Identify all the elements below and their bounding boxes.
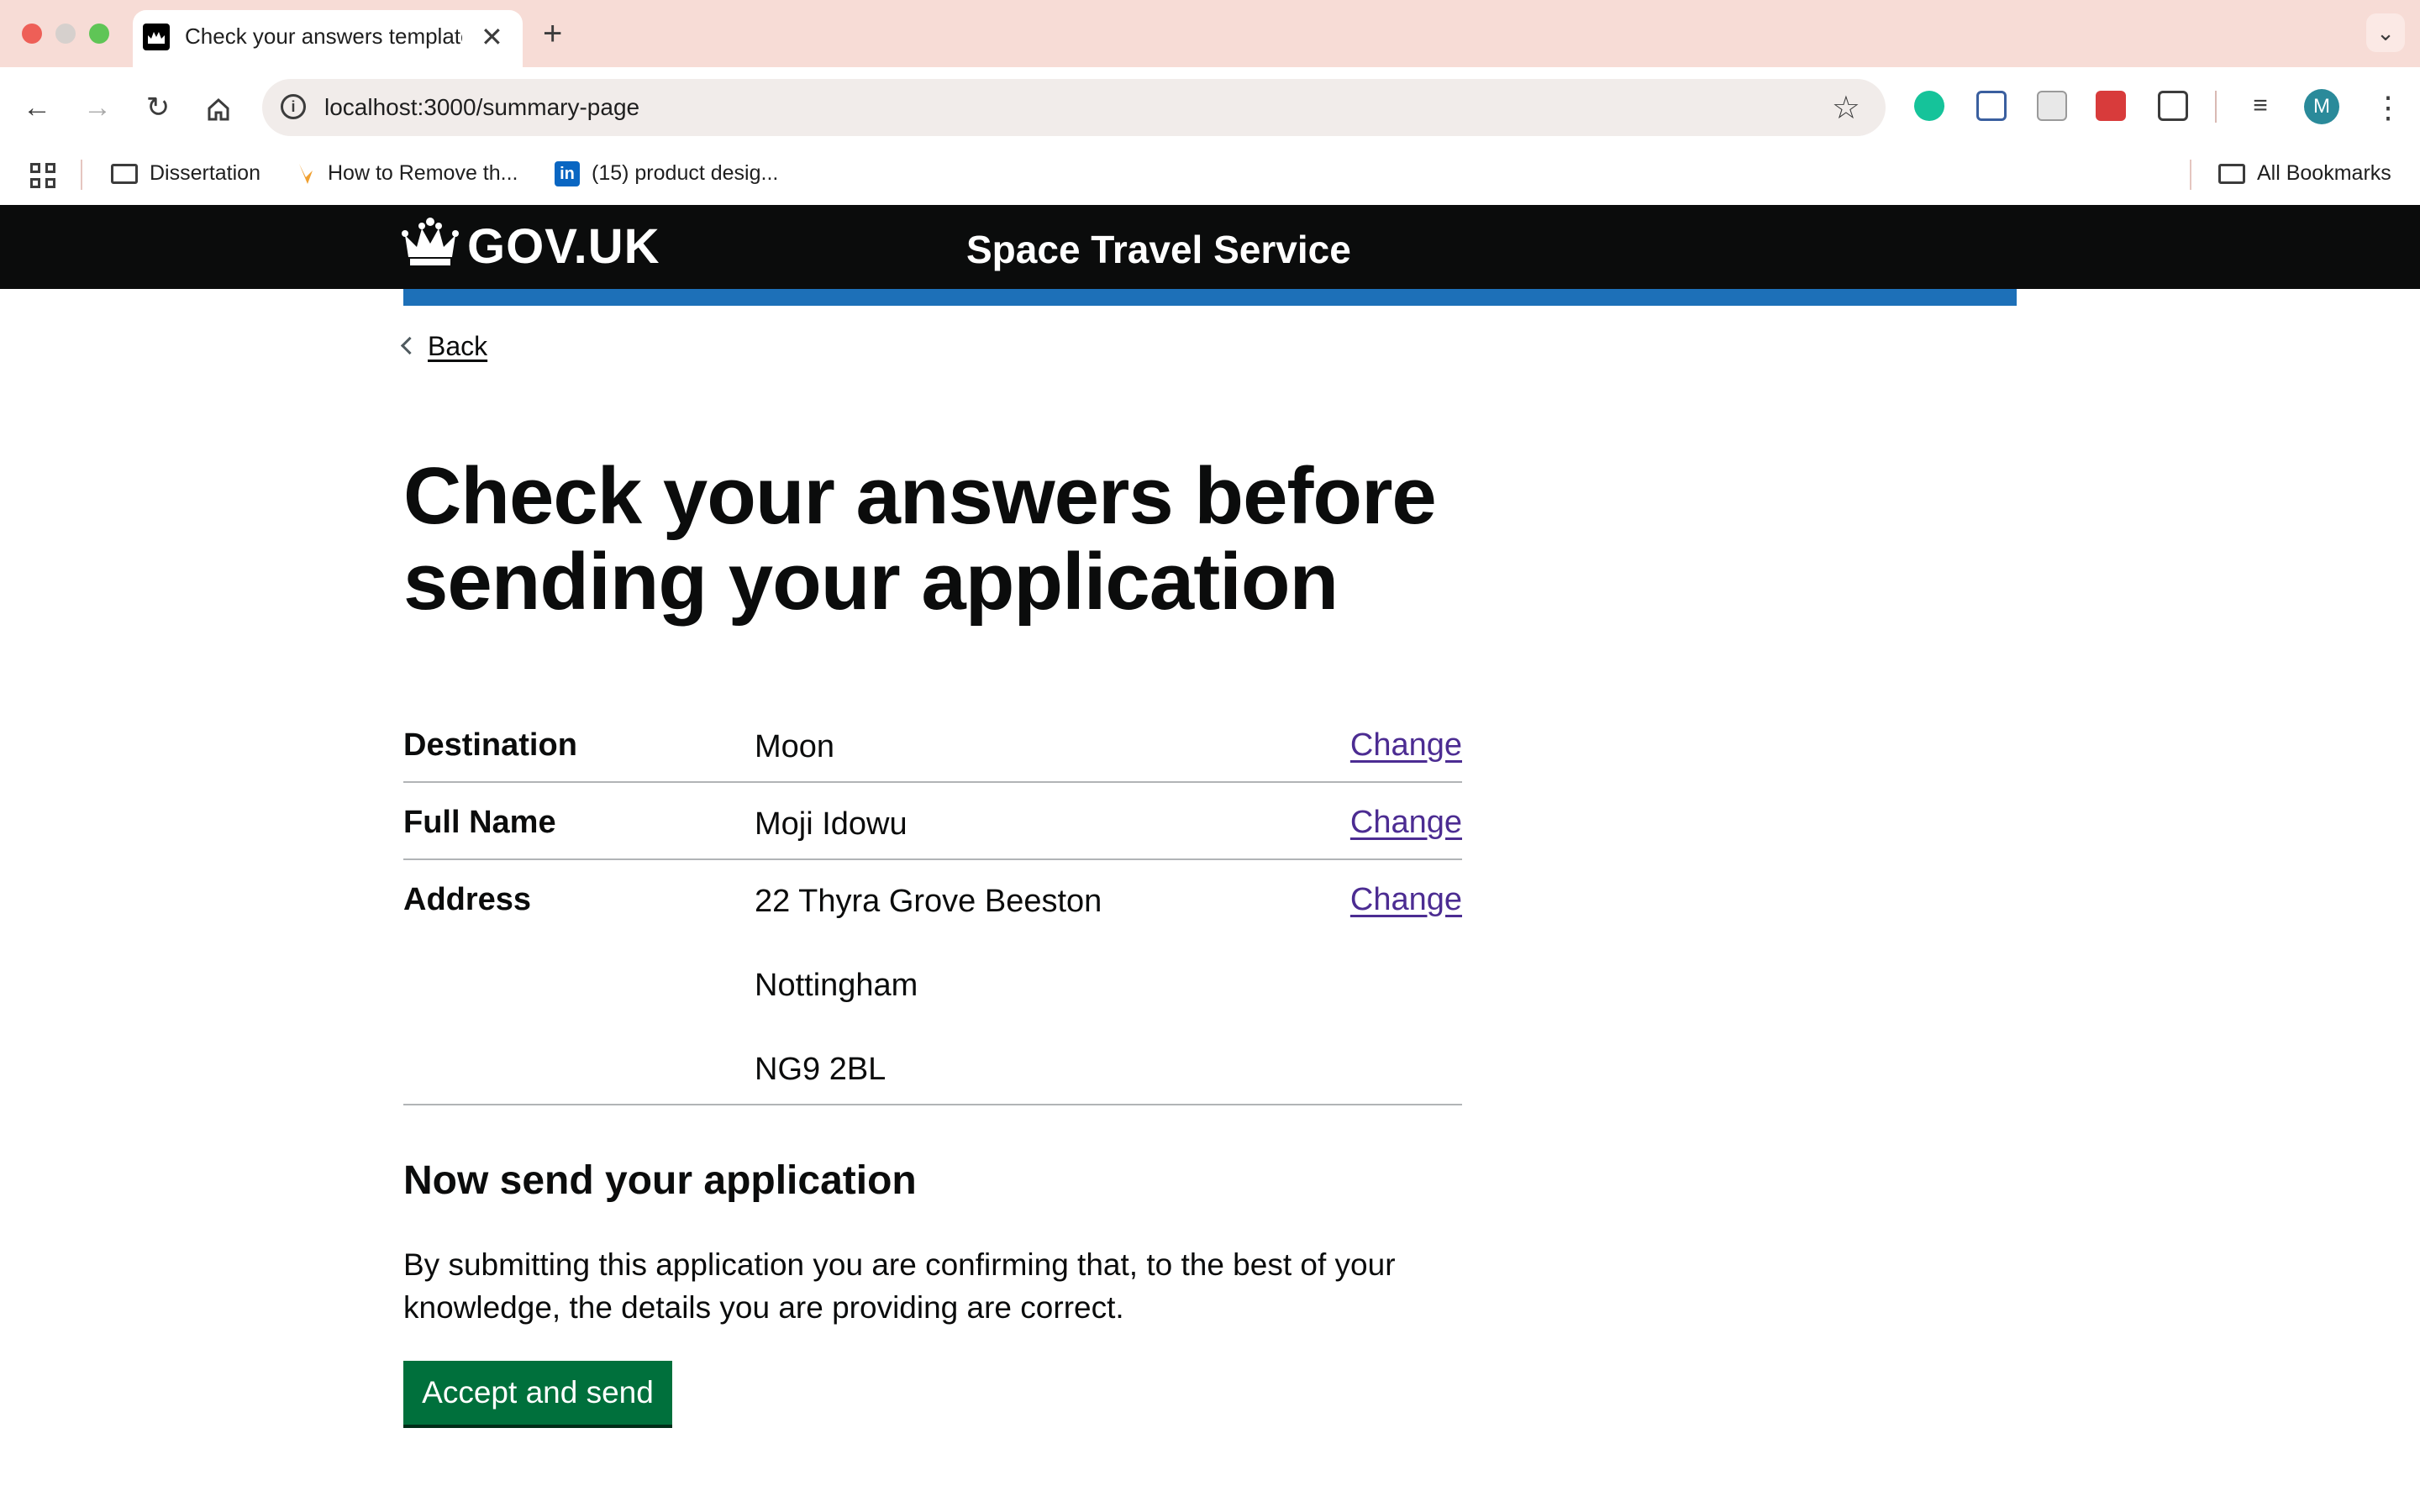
maximize-window-button[interactable]	[89, 24, 109, 44]
mendeley-extension-icon[interactable]	[2096, 91, 2126, 121]
summary-row-address: Address 22 Thyra Grove Beeston Nottingha…	[403, 860, 1462, 1105]
accept-and-send-button[interactable]: Accept and send	[403, 1361, 672, 1425]
change-destination-link[interactable]: Change	[1350, 727, 1462, 764]
summary-value: 22 Thyra Grove Beeston Nottingham NG9 2B…	[755, 882, 1102, 1134]
summary-value-line: NG9 2BL	[755, 1052, 886, 1087]
home-icon[interactable]	[197, 86, 240, 129]
crown-logo-icon[interactable]	[402, 217, 459, 270]
address-bar[interactable]: i localhost:3000/summary-page ☆	[262, 79, 1886, 136]
minimize-window-button[interactable]	[55, 24, 76, 44]
declaration-text: By submitting this application you are c…	[403, 1247, 1396, 1325]
browser-tab-active[interactable]: Check your answers template ✕	[133, 10, 523, 67]
new-tab-button[interactable]: +	[543, 12, 562, 55]
all-bookmarks[interactable]: All Bookmarks	[2218, 161, 2391, 186]
upload-extension-icon[interactable]	[1976, 91, 2007, 121]
bookmark-star-icon[interactable]: ☆	[1832, 89, 1860, 127]
folder-icon	[2218, 164, 2245, 185]
govuk-header: GOV.UK Space Travel Service	[0, 205, 2420, 289]
summary-row-full-name: Full Name Moji Idowu Change	[403, 783, 1462, 860]
site-info-icon[interactable]: i	[281, 94, 306, 119]
send-heading: Now send your application	[403, 1158, 917, 1203]
service-name[interactable]: Space Travel Service	[966, 227, 1351, 272]
tab-search-chevron-icon[interactable]: ⌄	[2366, 13, 2405, 52]
back-arrow-icon[interactable]: ←	[15, 86, 59, 129]
folder-icon	[111, 164, 138, 185]
bookmark-divider	[81, 160, 82, 190]
summary-value-line: Nottingham	[755, 968, 918, 1003]
summary-key: Destination	[403, 727, 577, 763]
summary-row-destination: Destination Moon Change	[403, 706, 1462, 783]
browser-tab-strip: Check your answers template ✕ + ⌄	[0, 0, 2420, 67]
summary-value-line: 22 Thyra Grove Beeston	[755, 884, 1102, 919]
chevron-left-icon	[400, 336, 419, 355]
bookmark-dissertation[interactable]: Dissertation	[111, 161, 260, 186]
change-address-link[interactable]: Change	[1350, 882, 1462, 918]
header-blue-stripe	[403, 289, 2017, 306]
apps-grid-icon[interactable]	[30, 163, 57, 190]
browser-toolbar: ← → ↻ i localhost:3000/summary-page ☆ ≡ …	[0, 67, 2420, 148]
change-full-name-link[interactable]: Change	[1350, 805, 1462, 841]
page-title: Check your answers before sending your a…	[403, 451, 1437, 627]
back-link[interactable]: Back	[400, 331, 487, 362]
extensions-puzzle-icon[interactable]	[2158, 91, 2188, 121]
grammarly-extension-icon[interactable]	[1914, 91, 1944, 121]
profile-avatar[interactable]: M	[2304, 89, 2339, 124]
address-url[interactable]: localhost:3000/summary-page	[324, 94, 639, 121]
summary-key: Address	[403, 882, 532, 917]
bookmark-divider	[2190, 160, 2191, 190]
reload-icon[interactable]: ↻	[136, 86, 180, 129]
forward-arrow-icon[interactable]: →	[76, 86, 119, 129]
tab-title: Check your answers template	[185, 24, 462, 49]
document-extension-icon[interactable]	[2037, 91, 2067, 121]
media-control-icon[interactable]: ≡	[2245, 91, 2275, 121]
govuk-logo-text[interactable]: GOV.UK	[467, 218, 660, 275]
close-window-button[interactable]	[22, 24, 42, 44]
bookmark-how-to-remove[interactable]: How to Remove th...	[296, 161, 518, 186]
bookmarks-bar: Dissertation How to Remove th... in (15) …	[0, 148, 2420, 206]
gov-crown-favicon-icon	[143, 24, 170, 50]
linkedin-icon: in	[555, 161, 580, 187]
summary-list: Destination Moon Change Full Name Moji I…	[403, 706, 1462, 1105]
arrow-bookmark-icon	[296, 162, 316, 186]
summary-key: Full Name	[403, 805, 556, 840]
close-tab-icon[interactable]: ✕	[481, 20, 503, 54]
bookmark-product-design[interactable]: in (15) product desig...	[555, 161, 778, 187]
toolbar-divider	[2215, 91, 2217, 123]
browser-menu-icon[interactable]: ⋮	[2373, 86, 2403, 129]
